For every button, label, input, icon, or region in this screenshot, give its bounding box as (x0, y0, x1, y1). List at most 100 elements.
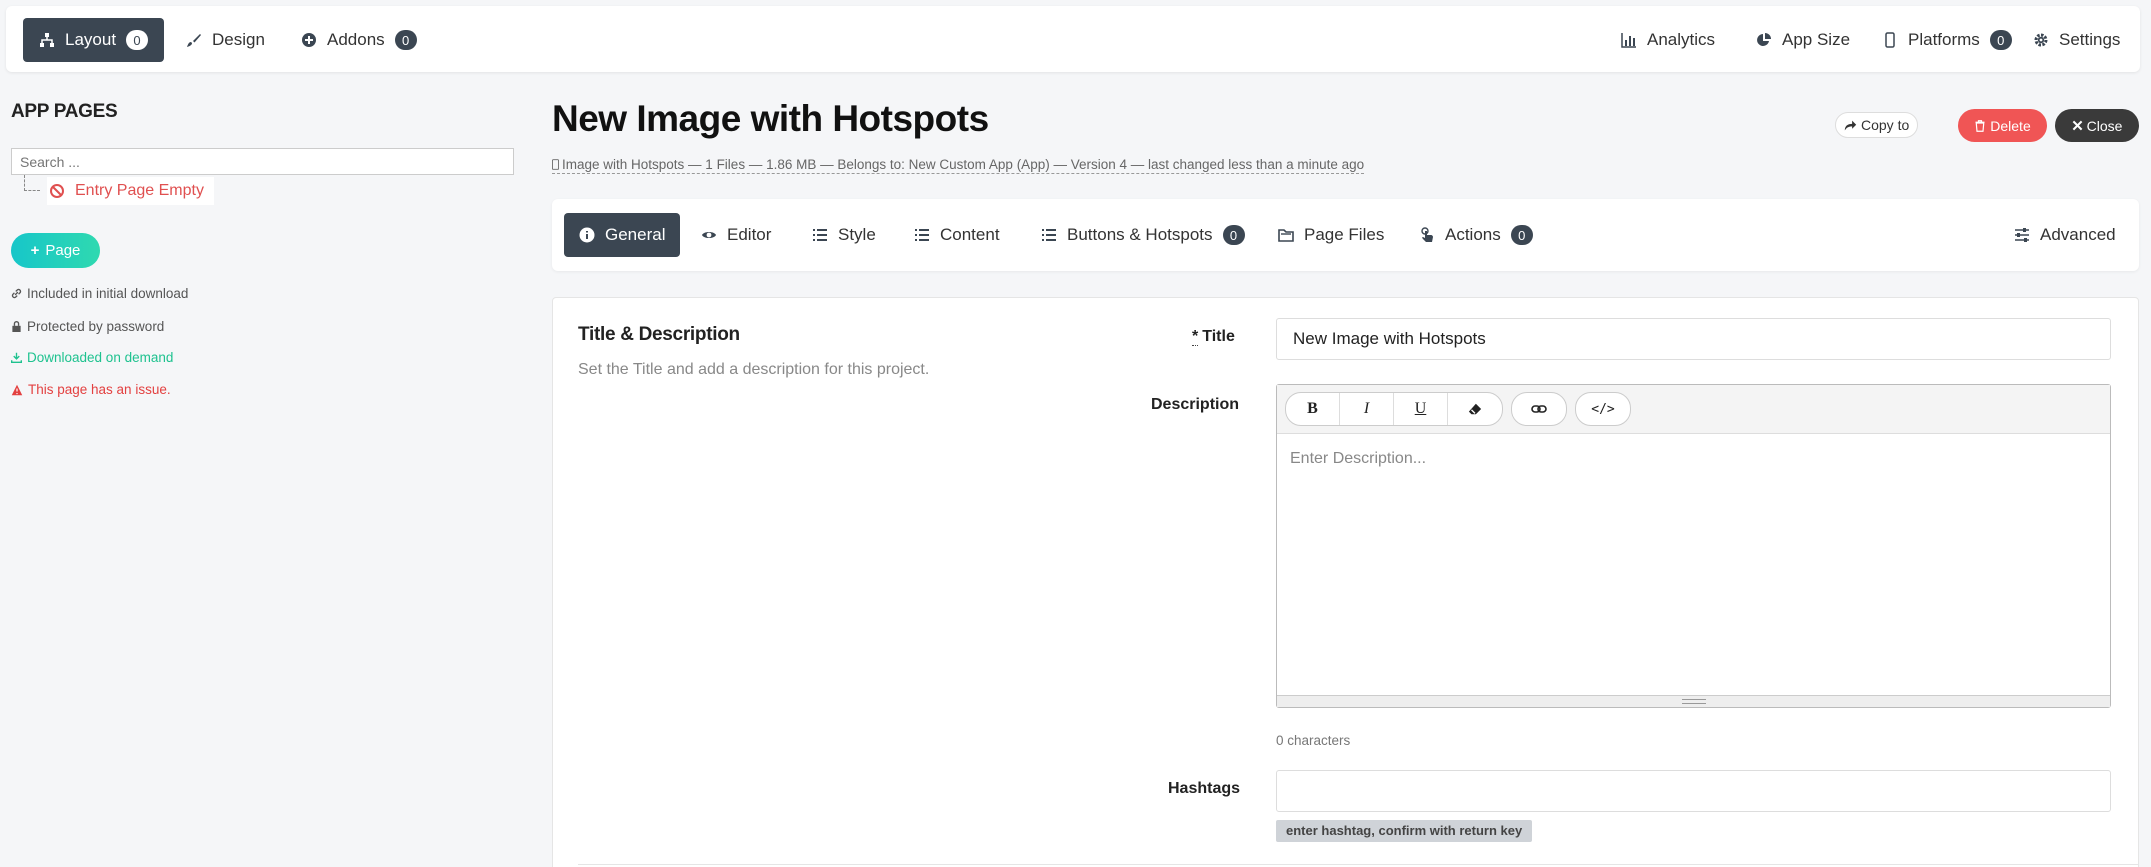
close-label: Close (2086, 117, 2123, 134)
nav-app-size-label: App Size (1782, 30, 1851, 49)
nav-layout[interactable]: Layout 0 (23, 18, 165, 62)
section-description: Set the Title and add a description for … (578, 361, 930, 378)
title-label: * Title (1192, 328, 1235, 346)
nav-app-size[interactable]: App Size (1746, 18, 1860, 62)
delete-label: Delete (1990, 117, 2031, 134)
tab-actions-badge: 0 (1510, 225, 1533, 245)
clear-format-button[interactable] (1448, 393, 1502, 425)
copy-to-button[interactable]: Copy to (1835, 112, 1919, 138)
tab-buttons-hotspots[interactable]: Buttons & Hotspots 0 (1029, 213, 1257, 257)
legend-included: Included in initial download (11, 286, 188, 301)
legend-protected: Protected by password (11, 319, 164, 334)
sidebar-title: APP PAGES (11, 101, 118, 122)
tab-buttons-hotspots-label: Buttons & Hotspots (1067, 225, 1213, 244)
italic-button[interactable]: I (1340, 393, 1394, 425)
section-title: Title & Description (578, 324, 740, 345)
page-title: New Image with Hotspots (552, 98, 989, 139)
share-icon (1844, 120, 1857, 130)
tab-actions-label: Actions (1445, 225, 1501, 244)
list-icon (813, 229, 827, 241)
nav-layout-label: Layout (65, 30, 117, 49)
touch-icon (1421, 227, 1433, 242)
required-mark: * (1192, 328, 1199, 346)
resize-grip-icon (1681, 699, 1706, 704)
hashtags-label: Hashtags (1168, 780, 1241, 797)
legend-protected-label: Protected by password (27, 319, 165, 334)
tab-buttons-hotspots-badge: 0 (1222, 225, 1245, 245)
code-view-button[interactable]: </> (1576, 393, 1630, 425)
plus-circle-icon (302, 33, 316, 47)
tab-editor[interactable]: Editor (689, 213, 783, 257)
mobile-icon (552, 159, 559, 170)
info-icon (579, 227, 595, 243)
code-button-group: </> (1575, 392, 1631, 426)
warning-icon (11, 384, 23, 395)
page-meta-text: Image with Hotspots — 1 Files — 1.86 MB … (562, 157, 1365, 172)
tab-general[interactable]: General (564, 213, 681, 257)
description-label: Description (1151, 396, 1240, 413)
copy-to-label: Copy to (1861, 117, 1910, 133)
top-navigation: Layout 0 Design Addons 0 Analytics App S… (6, 6, 2140, 72)
trash-icon (1975, 119, 1985, 132)
nav-analytics-label: Analytics (1647, 30, 1716, 49)
description-textarea[interactable]: Enter Description... (1277, 434, 2110, 484)
ban-icon (50, 184, 64, 198)
tab-page-files[interactable]: Page Files (1266, 213, 1396, 257)
tab-content-label: Content (940, 225, 1000, 244)
add-page-button[interactable]: + Page (11, 233, 100, 268)
nav-analytics[interactable]: Analytics (1611, 18, 1725, 62)
tab-bar: General Editor Style Content Buttons & H… (552, 199, 2139, 271)
tree-item-entry-page[interactable]: Entry Page Empty (47, 177, 214, 205)
title-label-text: Title (1202, 328, 1235, 345)
bar-chart-icon (1621, 33, 1636, 48)
nav-addons-badge: 0 (394, 30, 417, 50)
add-page-label: Page (45, 242, 81, 259)
legend-issue-label: This page has an issue. (28, 382, 171, 397)
nav-settings-label: Settings (2059, 30, 2121, 49)
title-input[interactable] (1276, 318, 2111, 360)
section-divider (578, 864, 2139, 865)
eraser-icon (1468, 403, 1482, 415)
eye-icon (702, 232, 716, 238)
delete-button[interactable]: Delete (1958, 109, 2047, 142)
tab-advanced-label: Advanced (2040, 225, 2116, 244)
legend-issue: This page has an issue. (11, 382, 171, 397)
legend-on-demand: Downloaded on demand (11, 350, 173, 365)
tab-style[interactable]: Style (800, 213, 888, 257)
tree-connector (24, 175, 40, 191)
brush-icon (187, 34, 201, 47)
pie-chart-icon (1757, 33, 1771, 46)
tab-editor-label: Editor (727, 225, 772, 244)
nav-platforms[interactable]: Platforms 0 (1872, 18, 2022, 62)
sliders-icon (2015, 228, 2029, 242)
legend-on-demand-label: Downloaded on demand (27, 350, 174, 365)
mobile-icon (1885, 32, 1895, 48)
link-icon (1531, 405, 1547, 413)
underline-button[interactable]: U (1394, 393, 1448, 425)
sidebar-search-input[interactable] (11, 148, 514, 175)
nav-platforms-badge: 0 (1989, 30, 2012, 50)
nav-layout-badge: 0 (126, 30, 149, 50)
tab-actions[interactable]: Actions 0 (1407, 213, 1545, 257)
list-icon (915, 229, 929, 241)
editor-toolbar: B I U </> (1277, 385, 2110, 434)
editor-resize-handle[interactable] (1277, 695, 2110, 707)
nav-settings[interactable]: Settings (2023, 18, 2130, 62)
tab-advanced[interactable]: Advanced (2002, 213, 2128, 257)
download-icon (11, 352, 22, 363)
nav-addons[interactable]: Addons 0 (291, 18, 427, 62)
list-icon (1042, 229, 1056, 241)
link-button[interactable] (1512, 393, 1566, 425)
close-button[interactable]: Close (2055, 109, 2139, 142)
page-meta[interactable]: Image with Hotspots — 1 Files — 1.86 MB … (552, 157, 1365, 174)
nav-addons-label: Addons (327, 30, 385, 49)
folder-icon (1278, 229, 1294, 242)
nav-design[interactable]: Design (176, 18, 275, 62)
description-editor: B I U </> Enter Description... (1276, 384, 2111, 708)
hashtags-input[interactable] (1276, 770, 2111, 812)
tab-general-label: General (605, 225, 666, 244)
tab-content[interactable]: Content (902, 213, 1012, 257)
bold-button[interactable]: B (1286, 393, 1340, 425)
plus-icon: + (30, 242, 40, 259)
tab-style-label: Style (838, 225, 876, 244)
